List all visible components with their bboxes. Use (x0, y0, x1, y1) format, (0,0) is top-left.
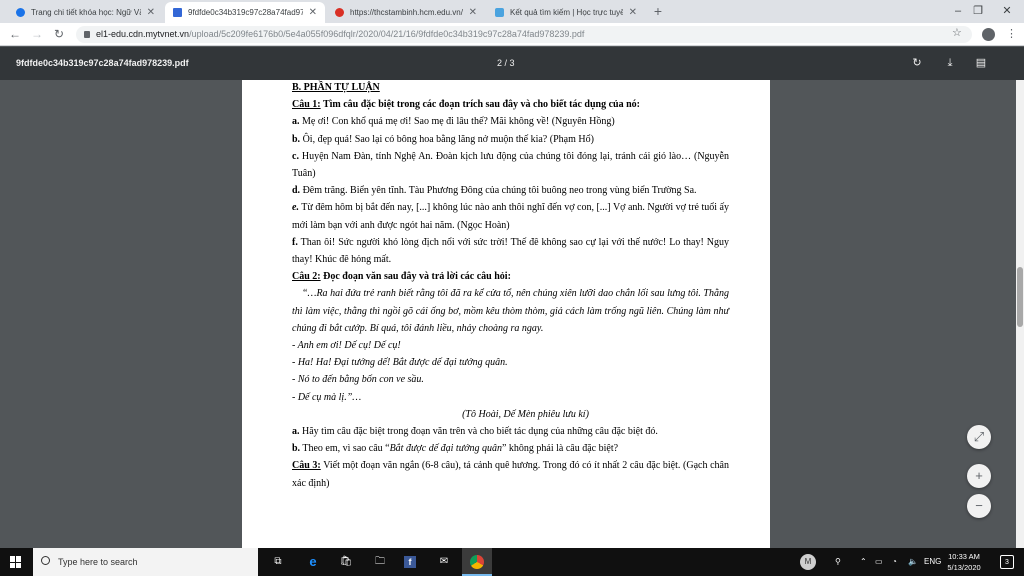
back-arrow-icon[interactable]: ← (6, 25, 24, 43)
list-item: b. Ôi, đẹp quá! Sao lại có bông hoa bằng… (292, 133, 594, 145)
question-label: Câu 2: (292, 271, 321, 283)
tab-school[interactable]: https://thcstambinh.hcm.edu.vn/ ✕ (327, 2, 485, 23)
new-tab-button[interactable]: + (650, 3, 666, 19)
pdf-doc-icon (173, 8, 182, 17)
task-view-icon[interactable]: ⧉ (270, 554, 286, 570)
chrome-taskbar-active[interactable] (462, 548, 492, 576)
list-item: d. Đêm trăng. Biển yên tĩnh. Tàu Phương … (292, 185, 697, 197)
scrollbar[interactable] (1016, 80, 1024, 548)
school-icon (335, 8, 344, 17)
close-icon[interactable]: ✕ (309, 7, 317, 18)
question-label: Câu 3: (292, 460, 321, 472)
url-domain: el1-edu.cdn.mytvnet.vn (96, 29, 190, 39)
taskbar: Type here to search ⧉ e 🛍 🗀 f ✉ M ⚲ ⌃ ▭ … (0, 548, 1024, 576)
bookmark-star-icon[interactable]: ☆ (952, 26, 962, 39)
globe-icon (16, 8, 25, 17)
forward-arrow-icon[interactable]: → (28, 25, 46, 43)
tab-label: Trang chi tiết khóa học: Ngữ Văn (31, 8, 141, 17)
chevron-up-icon[interactable]: ⌃ (860, 548, 867, 576)
avatar[interactable]: M (800, 554, 816, 570)
pdf-viewer[interactable]: B. PHẦN TỰ LUẬN Câu 1: Tìm câu đặc biệt … (0, 80, 1016, 548)
scrollbar-thumb[interactable] (1017, 267, 1023, 327)
clock-date: 5/13/2020 (947, 563, 981, 572)
lock-icon (84, 31, 90, 38)
pdf-page: B. PHẦN TỰ LUẬN Câu 1: Tìm câu đặc biệt … (242, 80, 770, 548)
question-text: Viết một đoạn văn ngắn (6-8 câu), tả cản… (292, 460, 729, 489)
question-text: Đọc đoạn văn sau đây và trả lời các câu … (320, 271, 511, 283)
rotate-icon[interactable]: ↻ (910, 56, 924, 70)
clock[interactable]: 10:33 AM 5/13/2020 (942, 551, 986, 573)
tab-course[interactable]: Trang chi tiết khóa học: Ngữ Văn ✕ (8, 2, 163, 23)
dialogue-line: - Nó to đến bằng bốn con ve sầu. (292, 374, 424, 386)
file-explorer-icon[interactable]: 🗀 (372, 554, 388, 570)
tab-bar: Trang chi tiết khóa học: Ngữ Văn ✕ 9fdfd… (0, 0, 1024, 23)
zoom-out-button[interactable]: − (967, 494, 991, 518)
url-path: /upload/5c209fe6176b0/5e4a055f096dfqlr/2… (189, 29, 585, 39)
url-field[interactable]: el1-edu.cdn.mytvnet.vn/upload/5c209fe617… (76, 26, 972, 43)
question-text: Tìm câu đặc biệt trong các đoạn trích sa… (320, 99, 640, 111)
close-icon[interactable]: ✕ (629, 7, 637, 18)
download-icon[interactable]: ⤓ (943, 56, 957, 70)
edge-icon[interactable]: e (305, 554, 321, 570)
zoom-in-button[interactable]: + (967, 464, 991, 488)
close-window-button[interactable]: ✕ (990, 0, 1024, 23)
windows-start-icon[interactable] (10, 556, 22, 568)
mail-icon[interactable]: ✉ (436, 554, 452, 570)
taskbar-search[interactable]: Type here to search (33, 548, 258, 576)
search-placeholder: Type here to search (58, 557, 138, 567)
notification-badge[interactable]: 3 (1000, 555, 1014, 569)
cloud-icon (495, 8, 504, 17)
dialogue-line: - Dế cụ mà lị.”… (292, 391, 362, 403)
dialogue-line: - Anh em ơi! Dế cụ! Dế cụ! (292, 340, 401, 352)
page-content: B. PHẦN TỰ LUẬN Câu 1: Tìm câu đặc biệt … (292, 80, 729, 492)
list-item: a. Mẹ ơi! Con khổ quá mẹ ơi! Sao mẹ đi l… (292, 116, 615, 128)
tab-pdf[interactable]: 9fdfde0c34b319c97c28a74fad978239.pdf ✕ (165, 2, 325, 23)
tab-search-results[interactable]: Kết quả tìm kiếm | Học trực tuyến ✕ (487, 2, 645, 23)
chrome-icon (470, 555, 484, 569)
list-item: b. Theo em, vì sao câu “Bắt được dế đại … (292, 443, 619, 455)
passage-source: (Tô Hoài, Dế Mèn phiêu lưu kí) (462, 408, 589, 420)
reload-icon[interactable]: ↻ (50, 25, 68, 43)
pdf-filename: 9fdfde0c34b319c97c28a74fad978239.pdf (16, 58, 189, 68)
list-item: c. Huyện Nam Đàn, tỉnh Nghệ An. Đoàn kịc… (292, 150, 729, 180)
close-icon[interactable]: ✕ (469, 7, 477, 18)
network-icon[interactable]: ▭ (875, 548, 883, 576)
page-indicator: 2 / 3 (497, 58, 515, 68)
passage: “…Ra hai đứa trẻ ranh biết rằng tôi đã r… (292, 288, 729, 334)
address-bar-row: ← → ↻ el1-edu.cdn.mytvnet.vn/upload/5c20… (0, 23, 1024, 46)
print-icon[interactable]: ▤ (974, 56, 988, 70)
close-icon[interactable]: ✕ (147, 7, 155, 18)
facebook-icon[interactable]: f (404, 556, 416, 568)
search-icon (41, 556, 50, 565)
list-item: a. Hãy tìm câu đặc biệt trong đoạn văn t… (292, 426, 658, 438)
list-item: e. Từ đêm hôm bị bắt đến nay, [...] khôn… (292, 202, 729, 231)
volume-icon[interactable]: 🔈 (908, 548, 918, 576)
tab-label: 9fdfde0c34b319c97c28a74fad978239.pdf (188, 8, 303, 17)
clock-time: 10:33 AM (948, 552, 980, 561)
fit-page-button[interactable]: ⤢ (967, 425, 991, 449)
store-icon[interactable]: 🛍 (338, 554, 354, 570)
pdf-toolbar: 9fdfde0c34b319c97c28a74fad978239.pdf 2 /… (0, 47, 1024, 80)
question-label: Câu 1: (292, 99, 321, 111)
people-icon[interactable]: ⚲ (835, 548, 841, 576)
dialogue-line: - Ha! Ha! Đại tướng dế! Bắt được dế đại … (292, 357, 508, 369)
tab-label: https://thcstambinh.hcm.edu.vn/ (350, 8, 463, 17)
section-title: B. PHẦN TỰ LUẬN (292, 82, 380, 93)
tab-label: Kết quả tìm kiếm | Học trực tuyến (510, 8, 623, 17)
list-item: f. Than ôi! Sức người khó lòng địch nổi … (292, 236, 729, 266)
account-icon[interactable] (982, 28, 995, 41)
wifi-icon[interactable]: ◔ (892, 548, 897, 576)
more-menu-icon[interactable]: ⋮ (1006, 27, 1017, 40)
language-indicator[interactable]: ENG (924, 548, 941, 576)
